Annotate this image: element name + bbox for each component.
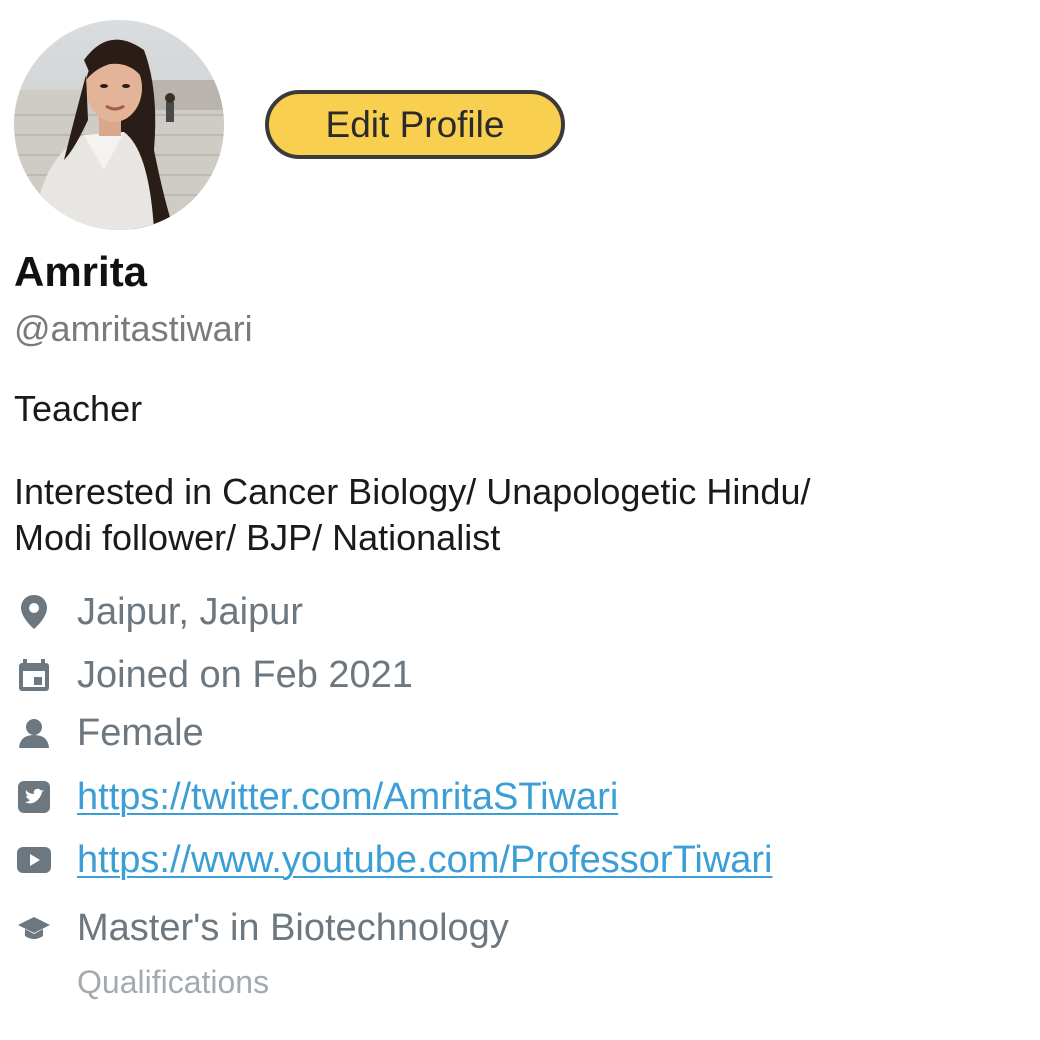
- avatar-photo: [14, 20, 224, 230]
- bio-line: Interested in Cancer Biology/ Unapologet…: [14, 471, 811, 512]
- profile-bio: Interested in Cancer Biology/ Unapologet…: [14, 469, 1014, 561]
- bio-line: Modi follower/ BJP/ Nationalist: [14, 517, 501, 558]
- profile-name: Amrita: [14, 248, 148, 295]
- location-pin-icon: [14, 592, 54, 632]
- location-row: Jaipur, Jaipur: [14, 587, 303, 637]
- twitter-row: https://twitter.com/AmritaSTiwari: [14, 772, 618, 822]
- qualification-label: Qualifications: [77, 964, 270, 1000]
- youtube-row: https://www.youtube.com/ProfessorTiwari: [14, 835, 773, 885]
- gender-row: Female: [14, 708, 204, 758]
- twitter-link[interactable]: https://twitter.com/AmritaSTiwari: [77, 776, 618, 819]
- edit-profile-button[interactable]: Edit Profile: [265, 90, 565, 159]
- qualification-row: Master's in Biotechnology: [14, 903, 509, 953]
- location-text: Jaipur, Jaipur: [77, 590, 304, 633]
- person-icon: [14, 713, 54, 753]
- gender-text: Female: [77, 711, 204, 754]
- calendar-icon: [14, 655, 54, 695]
- profile-handle: @amritastiwari: [14, 308, 253, 349]
- joined-text: Joined on Feb 2021: [77, 653, 413, 696]
- profile-title: Teacher: [14, 388, 143, 429]
- graduation-cap-icon: [14, 908, 54, 948]
- avatar[interactable]: [14, 20, 224, 230]
- joined-row: Joined on Feb 2021: [14, 650, 413, 700]
- twitter-icon: [14, 777, 54, 817]
- youtube-link[interactable]: https://www.youtube.com/ProfessorTiwari: [77, 839, 773, 882]
- qualification-text: Master's in Biotechnology: [77, 906, 509, 949]
- youtube-icon: [14, 840, 54, 880]
